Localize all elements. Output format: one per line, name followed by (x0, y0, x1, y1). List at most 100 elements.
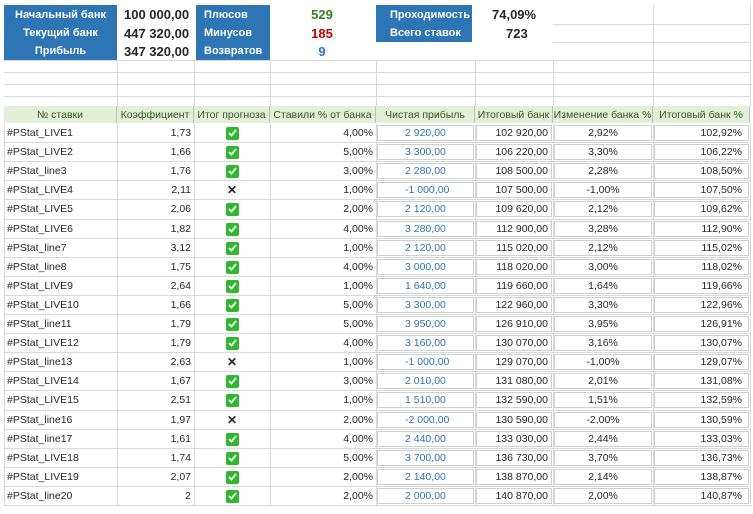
cell-result[interactable] (194, 449, 270, 467)
cell-bet-id[interactable]: #PStat_line11 (4, 315, 117, 333)
cell-final-bank[interactable]: 130 070,00 (476, 335, 552, 351)
pass-value[interactable]: 74,09% (476, 5, 552, 24)
cell-bank-change[interactable]: 2,12% (554, 240, 652, 256)
cell-bank-change[interactable]: 3,16% (554, 335, 652, 351)
cell-final-bank-pct[interactable]: 106,22% (654, 144, 749, 160)
cell-bet-id[interactable]: #PStat_line16 (4, 411, 117, 429)
cell-final-bank-pct[interactable]: 130,07% (654, 335, 749, 351)
column-header-coef[interactable]: Коэффициент (117, 106, 194, 123)
cell-final-bank-pct[interactable]: 131,08% (654, 373, 749, 389)
cell-coef[interactable]: 3,12 (117, 239, 194, 257)
cell-stake-pct[interactable]: 3,00% (270, 372, 376, 390)
cell-final-bank[interactable]: 122 960,00 (476, 297, 552, 313)
cell-bet-id[interactable]: #PStat_line3 (4, 162, 117, 180)
cell-result[interactable] (194, 200, 270, 218)
cell-net-profit[interactable]: 3 160,00 (377, 335, 474, 351)
cell-result[interactable] (194, 258, 270, 276)
cell-bet-id[interactable]: #PStat_line20 (4, 487, 117, 505)
cell-stake-pct[interactable]: 1,00% (270, 277, 376, 295)
cell-bank-change[interactable]: 2,92% (554, 125, 652, 141)
cell-stake-pct[interactable]: 1,00% (270, 239, 376, 257)
cell-coef[interactable]: 2,06 (117, 200, 194, 218)
cell-stake-pct[interactable]: 5,00% (270, 315, 376, 333)
cell-bank-change[interactable]: 3,30% (554, 144, 652, 160)
cell-final-bank[interactable]: 115 020,00 (476, 240, 552, 256)
cell-result[interactable] (194, 277, 270, 295)
cell-bet-id[interactable]: #PStat_LIVE9 (4, 277, 117, 295)
cell-bank-change[interactable]: 1,51% (554, 392, 652, 408)
cell-coef[interactable]: 2,11 (117, 181, 194, 199)
cell-final-bank-pct[interactable]: 136,73% (654, 450, 749, 466)
cell-final-bank[interactable]: 138 870,00 (476, 469, 552, 485)
cell-stake-pct[interactable]: 2,00% (270, 411, 376, 429)
cell-bank-change[interactable]: 3,30% (554, 297, 652, 313)
column-header-final-bank-pct[interactable]: Итоговый банк % (653, 106, 750, 123)
profit-value[interactable]: 347 320,00 (124, 42, 194, 60)
cell-final-bank[interactable]: 133 030,00 (476, 431, 552, 447)
cell-bank-change[interactable]: 1,64% (554, 278, 652, 294)
cell-bet-id[interactable]: #PStat_LIVE5 (4, 200, 117, 218)
cell-bank-change[interactable]: 2,14% (554, 469, 652, 485)
cell-net-profit[interactable]: 2 140,00 (377, 469, 474, 485)
cell-bank-change[interactable]: 3,28% (554, 221, 652, 237)
cell-stake-pct[interactable]: 4,00% (270, 124, 376, 142)
cell-coef[interactable]: 1,82 (117, 220, 194, 238)
cell-coef[interactable]: 2,64 (117, 277, 194, 295)
cell-coef[interactable]: 1,67 (117, 372, 194, 390)
cell-result[interactable] (194, 334, 270, 352)
cell-bet-id[interactable]: #PStat_LIVE14 (4, 372, 117, 390)
cell-final-bank[interactable]: 107 500,00 (476, 182, 552, 198)
cell-result[interactable] (194, 239, 270, 257)
cell-net-profit[interactable]: -1 000,00 (377, 182, 474, 198)
cell-final-bank-pct[interactable]: 122,96% (654, 297, 749, 313)
cell-net-profit[interactable]: 3 700,00 (377, 450, 474, 466)
cell-bet-id[interactable]: #PStat_LIVE6 (4, 220, 117, 238)
cell-net-profit[interactable]: 2 280,00 (377, 163, 474, 179)
cell-stake-pct[interactable]: 5,00% (270, 296, 376, 314)
cell-final-bank-pct[interactable]: 118,02% (654, 259, 749, 275)
cell-coef[interactable]: 2,51 (117, 391, 194, 409)
cell-stake-pct[interactable]: 1,00% (270, 353, 376, 371)
cell-final-bank[interactable]: 136 730,00 (476, 450, 552, 466)
cell-final-bank[interactable]: 126 910,00 (476, 316, 552, 332)
total-value[interactable]: 723 (476, 24, 552, 42)
plus-value[interactable]: 529 (272, 5, 372, 24)
cell-coef[interactable]: 1,76 (117, 162, 194, 180)
cell-final-bank-pct[interactable]: 102,92% (654, 125, 749, 141)
cell-stake-pct[interactable]: 1,00% (270, 391, 376, 409)
column-header-result[interactable]: Итог прогноза (194, 106, 270, 123)
cell-bank-change[interactable]: 2,00% (554, 488, 652, 504)
cell-final-bank[interactable]: 109 620,00 (476, 201, 552, 217)
cell-final-bank-pct[interactable]: 130,59% (654, 412, 749, 428)
cell-coef[interactable]: 2,07 (117, 468, 194, 486)
cell-final-bank[interactable]: 112 900,00 (476, 221, 552, 237)
cell-bet-id[interactable]: #PStat_LIVE1 (4, 124, 117, 142)
cell-final-bank[interactable]: 108 500,00 (476, 163, 552, 179)
cell-result[interactable] (194, 220, 270, 238)
cell-coef[interactable]: 1,79 (117, 315, 194, 333)
cell-bet-id[interactable]: #PStat_line13 (4, 353, 117, 371)
cell-final-bank-pct[interactable]: 126,91% (654, 316, 749, 332)
cell-result[interactable] (194, 468, 270, 486)
cell-bet-id[interactable]: #PStat_LIVE10 (4, 296, 117, 314)
cell-coef[interactable]: 1,97 (117, 411, 194, 429)
cell-coef[interactable]: 1,66 (117, 296, 194, 314)
cell-result[interactable] (194, 391, 270, 409)
cell-net-profit[interactable]: 1 640,00 (377, 278, 474, 294)
cell-final-bank-pct[interactable]: 132,59% (654, 392, 749, 408)
cell-result[interactable] (194, 296, 270, 314)
cell-final-bank[interactable]: 106 220,00 (476, 144, 552, 160)
cell-stake-pct[interactable]: 1,00% (270, 181, 376, 199)
cell-final-bank[interactable]: 140 870,00 (476, 488, 552, 504)
cell-final-bank-pct[interactable]: 115,02% (654, 240, 749, 256)
cell-bank-change[interactable]: 2,28% (554, 163, 652, 179)
cell-net-profit[interactable]: -2 000,00 (377, 412, 474, 428)
cell-result[interactable]: ✕ (194, 353, 270, 371)
cell-final-bank-pct[interactable]: 138,87% (654, 469, 749, 485)
cell-result[interactable]: ✕ (194, 181, 270, 199)
cell-net-profit[interactable]: -1 000,00 (377, 354, 474, 370)
cell-coef[interactable]: 2 (117, 487, 194, 505)
cell-stake-pct[interactable]: 4,00% (270, 430, 376, 448)
cell-result[interactable] (194, 430, 270, 448)
cell-final-bank[interactable]: 132 590,00 (476, 392, 552, 408)
